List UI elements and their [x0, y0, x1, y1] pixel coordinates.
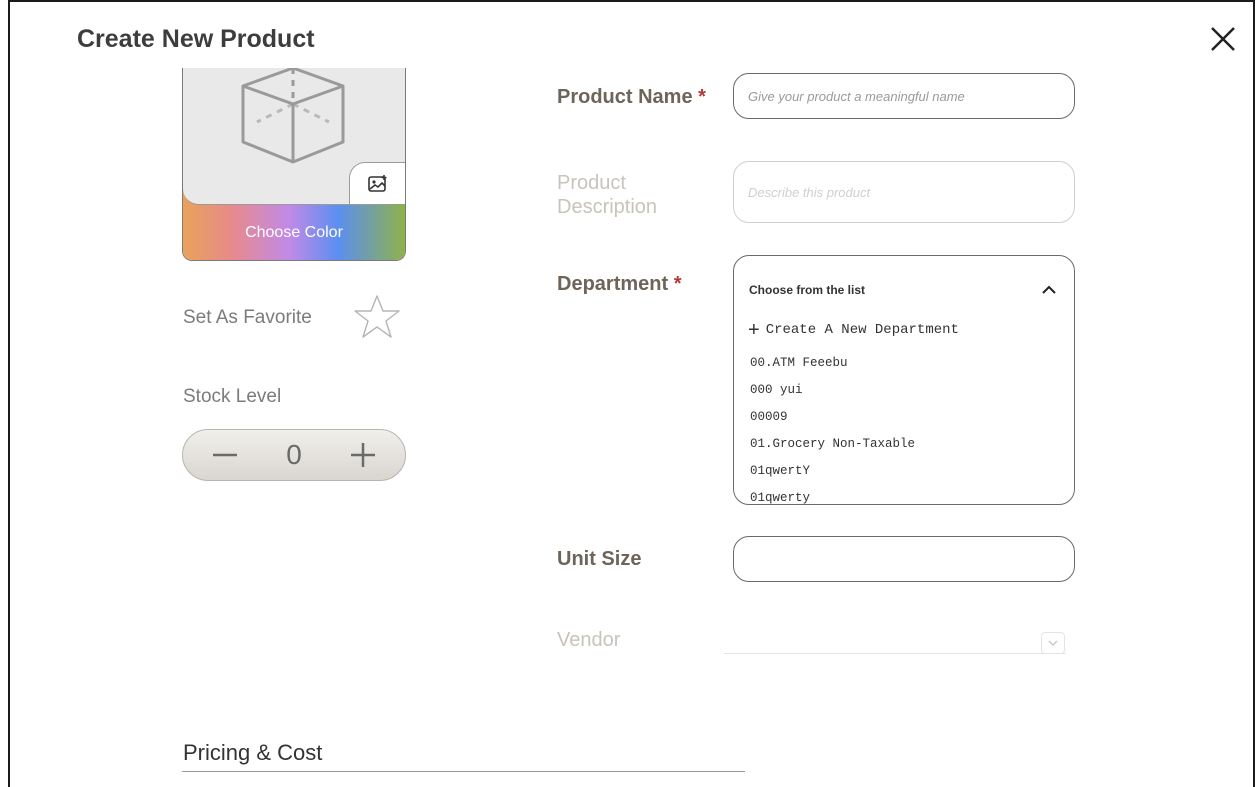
stock-level-value[interactable]: 0 [264, 439, 324, 471]
stock-level-label: Stock Level [183, 386, 282, 407]
image-upload-icon [367, 174, 386, 192]
plus-icon [351, 443, 375, 467]
unit-size-field [733, 536, 1075, 582]
plus-icon: + [748, 319, 760, 341]
vendor-label: Vendor [557, 629, 621, 651]
product-name-input[interactable] [734, 74, 1074, 118]
choose-color-button[interactable]: Choose Color [183, 224, 405, 242]
decrement-button[interactable] [205, 435, 245, 475]
product-image-card: Choose Color [182, 68, 406, 261]
minus-icon [213, 453, 237, 457]
department-dropdown[interactable]: Choose from the list + Create A New Depa… [733, 255, 1075, 505]
stock-level-stepper: 0 [182, 429, 406, 481]
department-label-text: Department [557, 273, 669, 295]
product-name-label: Product Name * [557, 86, 706, 109]
product-description-label: Product Description [557, 171, 657, 219]
product-description-label-line2: Description [557, 196, 658, 218]
product-description-label-line1: Product [557, 172, 626, 194]
required-mark: * [673, 273, 682, 295]
product-name-field [733, 73, 1075, 119]
product-description-field [733, 161, 1075, 223]
create-department-label: Create A New Department [765, 322, 959, 338]
star-outline-icon[interactable] [352, 293, 402, 341]
increment-button[interactable] [343, 435, 383, 475]
required-mark: * [698, 86, 706, 108]
department-option[interactable]: 01qwerty [750, 491, 915, 504]
product-image-area [183, 68, 405, 205]
department-option[interactable]: 01.Grocery Non-Taxable [750, 437, 915, 464]
product-name-label-text: Product Name [557, 86, 693, 108]
cube-icon [241, 68, 345, 164]
pricing-section-title: Pricing & Cost [183, 740, 323, 765]
section-divider [182, 771, 745, 772]
department-option[interactable]: 00.ATM Feeebu [750, 356, 915, 383]
create-department-button[interactable]: + Create A New Department [748, 320, 959, 340]
image-upload-button[interactable] [349, 162, 405, 204]
department-dropdown-header[interactable]: Choose from the list [749, 283, 865, 297]
department-option[interactable]: 01qwertY [750, 464, 915, 491]
department-option[interactable]: 00009 [750, 410, 915, 437]
chevron-up-icon[interactable] [1039, 280, 1059, 300]
vendor-select[interactable] [724, 653, 1066, 654]
department-options: 00.ATM Feeebu 000 yui 00009 01.Grocery N… [750, 356, 915, 504]
dialog-title: Create New Product [77, 25, 315, 53]
close-icon[interactable] [1208, 24, 1238, 54]
department-option[interactable]: 000 yui [750, 383, 915, 410]
vendor-dropdown-button[interactable] [1041, 632, 1065, 654]
department-label: Department * [557, 273, 682, 296]
favorite-label: Set As Favorite [183, 307, 312, 328]
product-description-input[interactable] [734, 162, 1074, 222]
unit-size-input[interactable] [734, 537, 1074, 581]
chevron-down-icon [1048, 640, 1058, 646]
unit-size-label: Unit Size [557, 548, 642, 570]
